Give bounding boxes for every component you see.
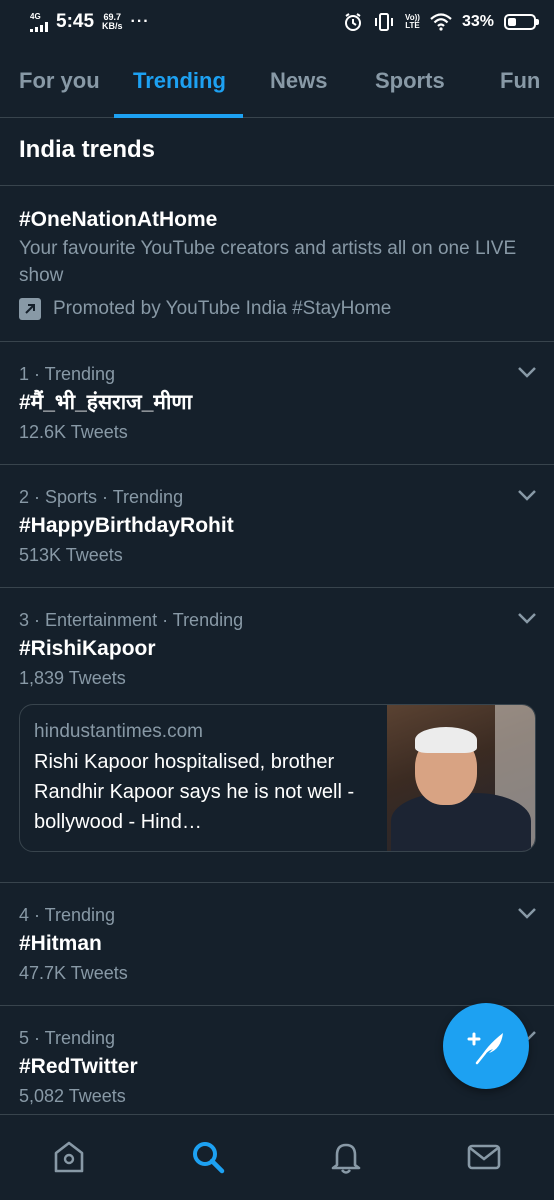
status-bar: 4G 5:45 69.7 KB/s ··· Vo)) LTE 33%	[0, 0, 554, 44]
compose-tweet-icon	[467, 1032, 503, 1065]
network-speed: 69.7 KB/s	[102, 12, 123, 31]
trend-count: 12.6K Tweets	[19, 422, 128, 442]
trend-item[interactable]: 3 · Entertainment · Trending #RishiKapoo…	[0, 588, 554, 883]
explore-tabs: For you Trending News Sports Fun	[0, 44, 554, 118]
volte-icon: Vo)) LTE	[405, 13, 420, 30]
card-domain: hindustantimes.com	[34, 721, 203, 742]
promoted-hashtag[interactable]: #OneNationAtHome	[19, 207, 535, 233]
tab-trending[interactable]: Trending	[133, 44, 226, 117]
news-link-card[interactable]: hindustantimes.com Rishi Kapoor hospital…	[19, 704, 536, 852]
trend-meta: 4 · Trending	[19, 905, 116, 925]
nav-notifications[interactable]	[326, 1137, 366, 1177]
vibrate-icon	[375, 13, 393, 31]
card-headline: Rishi Kapoor hospitalised, brother Randh…	[34, 751, 355, 833]
trend-count: 1,839 Tweets	[19, 668, 126, 688]
nav-messages[interactable]	[464, 1137, 504, 1177]
tab-news[interactable]: News	[270, 44, 327, 117]
chevron-down-icon[interactable]	[516, 610, 538, 626]
notifications-bell-icon	[331, 1143, 361, 1174]
trend-item[interactable]: 2 · Sports · Trending #HappyBirthdayRohi…	[0, 465, 554, 588]
battery-icon	[504, 14, 539, 30]
trend-meta: 2 · Sports · Trending	[19, 487, 184, 507]
trend-count: 5,082 Tweets	[19, 1086, 126, 1106]
chevron-down-icon[interactable]	[516, 487, 538, 503]
tab-fun[interactable]: Fun	[500, 44, 540, 117]
nav-search[interactable]	[188, 1137, 228, 1177]
promoted-icon	[19, 298, 41, 320]
trend-item[interactable]: 1 · Trending #मैं_भी_हंसराज_मीणा 12.6K T…	[0, 342, 554, 465]
trend-meta: 3 · Entertainment · Trending	[19, 610, 244, 630]
compose-tweet-button[interactable]	[443, 1003, 529, 1089]
promoted-description: Your favourite YouTube creators and arti…	[19, 238, 517, 286]
chevron-down-icon[interactable]	[516, 905, 538, 921]
chevron-down-icon[interactable]	[516, 364, 538, 380]
wifi-icon	[430, 13, 452, 31]
card-thumbnail-image	[387, 705, 535, 851]
network-type: 4G	[30, 11, 41, 21]
promoted-by-label: Promoted by YouTube India #StayHome	[53, 298, 392, 319]
trend-count: 47.7K Tweets	[19, 963, 128, 983]
cellular-signal-icon: 4G	[30, 11, 48, 32]
alarm-icon	[345, 13, 361, 31]
section-title: India trends	[0, 118, 554, 186]
trend-name[interactable]: #HappyBirthdayRohit	[19, 511, 535, 541]
battery-percent: 33%	[461, 13, 494, 30]
home-icon	[54, 1141, 84, 1173]
messages-mail-icon	[467, 1144, 501, 1170]
trend-meta: 1 · Trending	[19, 364, 116, 384]
trend-name[interactable]: #Hitman	[19, 929, 535, 959]
tab-sports[interactable]: Sports	[375, 44, 445, 117]
promoted-trend[interactable]: #OneNationAtHome Your favourite YouTube …	[0, 186, 554, 342]
more-notifications-icon: ···	[130, 13, 150, 30]
tab-for-you[interactable]: For you	[19, 44, 100, 117]
trend-count: 513K Tweets	[19, 545, 123, 565]
clock: 5:45	[56, 11, 95, 32]
trend-item[interactable]: 4 · Trending #Hitman 47.7K Tweets	[0, 883, 554, 1006]
nav-home[interactable]	[49, 1137, 89, 1177]
search-icon	[193, 1142, 225, 1174]
trend-name[interactable]: #RishiKapoor	[19, 634, 535, 664]
bottom-navigation	[0, 1114, 554, 1200]
trend-name[interactable]: #मैं_भी_हंसराज_मीणा	[19, 388, 535, 418]
